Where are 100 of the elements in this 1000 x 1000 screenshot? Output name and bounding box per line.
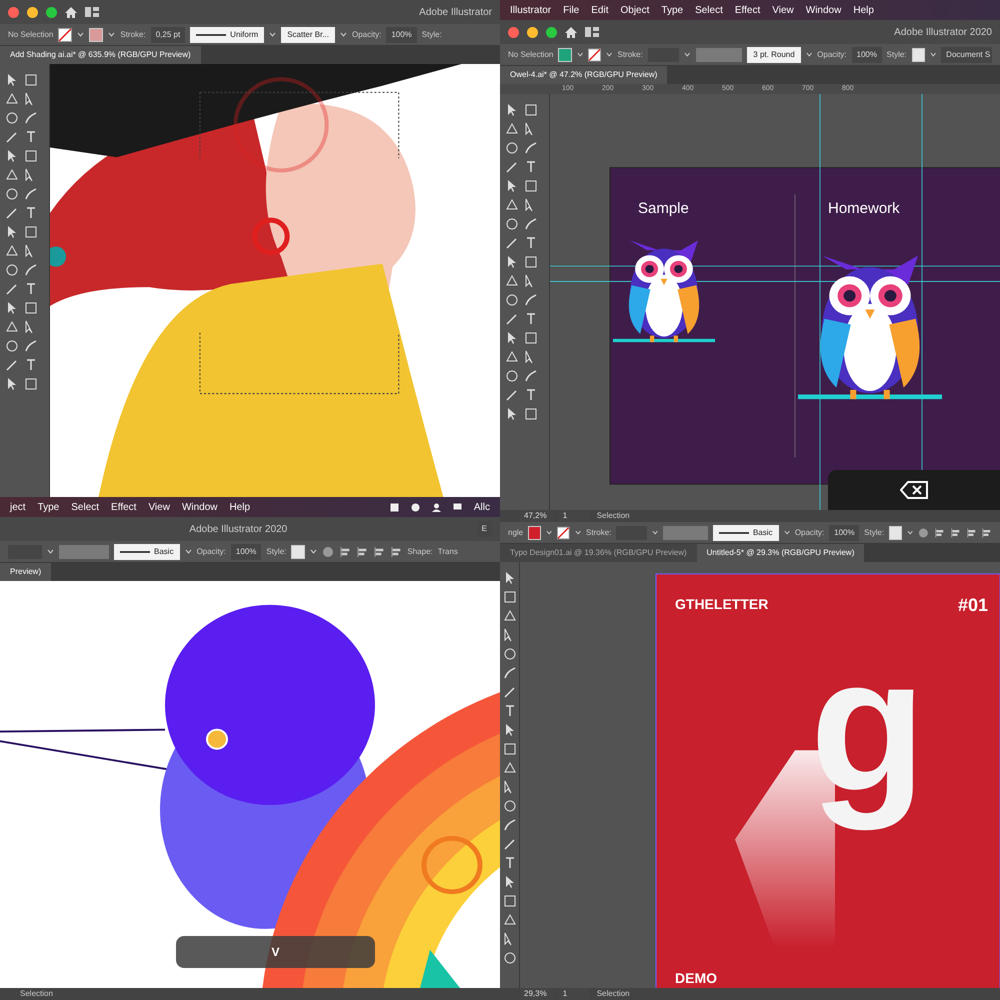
- tool-icon[interactable]: [523, 406, 539, 422]
- tool-icon[interactable]: [502, 950, 518, 966]
- tool-icon[interactable]: [523, 140, 539, 156]
- close-button[interactable]: [8, 6, 19, 18]
- menu-item[interactable]: Help: [230, 500, 250, 514]
- stroke-profile-dropdown[interactable]: Basic: [114, 544, 180, 560]
- tool-icon[interactable]: [504, 368, 520, 384]
- tool-icon[interactable]: [4, 110, 20, 126]
- align-icon[interactable]: [934, 526, 945, 538]
- chevron-icon[interactable]: [269, 32, 276, 37]
- tool-icon[interactable]: [523, 292, 539, 308]
- workspace-switcher-icon[interactable]: [85, 7, 99, 17]
- tool-icon[interactable]: [502, 741, 518, 757]
- tool-icon[interactable]: [523, 102, 539, 118]
- tool-icon[interactable]: [23, 376, 39, 392]
- tool-icon[interactable]: [23, 300, 39, 316]
- value-field[interactable]: 100%: [829, 524, 860, 540]
- brush-field[interactable]: [59, 544, 109, 558]
- align-icon[interactable]: [356, 546, 368, 558]
- menu-item[interactable]: Window: [182, 500, 218, 514]
- brush-field[interactable]: [696, 48, 742, 62]
- tool-icon[interactable]: [502, 665, 518, 681]
- tool-icon[interactable]: [23, 224, 39, 240]
- chevron-icon[interactable]: [310, 549, 318, 554]
- menu-item[interactable]: Effect: [734, 2, 760, 18]
- tool-icon[interactable]: [502, 646, 518, 662]
- tool-icon[interactable]: [502, 817, 518, 833]
- chevron-icon[interactable]: [340, 32, 347, 37]
- menu-item[interactable]: ject: [10, 500, 26, 514]
- chevron-icon[interactable]: [546, 530, 552, 535]
- document-tab[interactable]: Add Shading ai.ai* @ 635.9% (RGB/GPU Preview): [0, 46, 201, 64]
- menu-item[interactable]: View: [772, 2, 794, 18]
- tool-icon[interactable]: [523, 254, 539, 270]
- chevron-icon[interactable]: [47, 549, 54, 554]
- color-swatch[interactable]: [291, 544, 306, 558]
- align-icon[interactable]: [950, 526, 961, 538]
- value-field[interactable]: 100%: [852, 46, 882, 62]
- value-field[interactable]: 0,25 pt: [150, 26, 186, 42]
- tool-icon[interactable]: [504, 140, 520, 156]
- menu-item[interactable]: Select: [695, 2, 723, 18]
- tool-icon[interactable]: [4, 338, 20, 354]
- zoom-button[interactable]: [546, 26, 557, 38]
- menu-item[interactable]: File: [563, 2, 580, 18]
- tool-icon[interactable]: [23, 338, 39, 354]
- stroke-profile-dropdown[interactable]: Basic: [712, 524, 779, 540]
- minimize-button[interactable]: [527, 26, 538, 38]
- color-swatch[interactable]: [558, 48, 572, 62]
- close-button[interactable]: [508, 26, 519, 38]
- menu-item[interactable]: Edit: [591, 2, 608, 18]
- menu-item[interactable]: Effect: [111, 500, 136, 514]
- home-icon[interactable]: [565, 26, 577, 38]
- document-tab[interactable]: Untitled-5* @ 29.3% (RGB/GPU Preview): [696, 544, 864, 562]
- stroke-profile-dropdown[interactable]: Uniform: [190, 26, 264, 42]
- tool-icon[interactable]: [504, 216, 520, 232]
- color-swatch[interactable]: [912, 48, 925, 62]
- align-icon[interactable]: [373, 546, 386, 558]
- color-swatch[interactable]: [889, 526, 902, 540]
- menu-item[interactable]: Illustrator: [510, 2, 552, 18]
- chevron-icon[interactable]: [606, 52, 612, 57]
- menu-item[interactable]: Help: [853, 2, 874, 18]
- tool-icon[interactable]: [523, 216, 539, 232]
- tool-icon[interactable]: [523, 330, 539, 346]
- chevron-icon[interactable]: [684, 52, 691, 57]
- brush-dropdown[interactable]: Scatter Br...: [281, 26, 335, 42]
- workspace-switcher-icon[interactable]: [585, 27, 599, 37]
- document-tab[interactable]: Typo Design01.ai @ 19.36% (RGB/GPU Preview): [500, 544, 697, 562]
- tool-icon[interactable]: [502, 589, 518, 605]
- menu-item[interactable]: View: [148, 500, 170, 514]
- tool-icon[interactable]: [502, 798, 518, 814]
- chevron-icon[interactable]: [906, 530, 914, 535]
- tool-icon[interactable]: [23, 72, 39, 88]
- chevron-icon[interactable]: [184, 549, 192, 554]
- chevron-icon[interactable]: [574, 530, 582, 535]
- document-tab[interactable]: Preview): [0, 563, 52, 581]
- screen-record-icon[interactable]: [390, 502, 399, 512]
- menu-item[interactable]: Window: [806, 2, 842, 18]
- tool-icon[interactable]: [23, 148, 39, 164]
- menu-item[interactable]: Object: [620, 2, 650, 18]
- chevron-icon[interactable]: [652, 530, 658, 535]
- chevron-icon[interactable]: [576, 52, 583, 57]
- align-icon[interactable]: [339, 546, 352, 558]
- value-field[interactable]: Document S: [941, 46, 992, 62]
- status-icon[interactable]: [410, 502, 420, 512]
- display-icon[interactable]: [452, 502, 462, 512]
- tool-icon[interactable]: [523, 368, 539, 384]
- tool-icon[interactable]: [4, 186, 20, 202]
- value-field[interactable]: 100%: [386, 26, 417, 42]
- chevron-icon[interactable]: [77, 32, 84, 37]
- tool-icon[interactable]: [4, 262, 20, 278]
- zoom-button[interactable]: [46, 6, 57, 18]
- menu-item[interactable]: Type: [38, 500, 60, 514]
- chevron-icon[interactable]: [108, 32, 116, 37]
- tool-icon[interactable]: [504, 292, 520, 308]
- menu-item[interactable]: Allc: [474, 500, 490, 514]
- stroke-swatch-icon[interactable]: [588, 48, 601, 62]
- tool-icon[interactable]: [502, 893, 518, 909]
- chevron-icon[interactable]: [806, 52, 812, 57]
- align-icon[interactable]: [390, 546, 402, 558]
- brush-field[interactable]: [663, 526, 708, 540]
- user-icon[interactable]: [432, 502, 441, 512]
